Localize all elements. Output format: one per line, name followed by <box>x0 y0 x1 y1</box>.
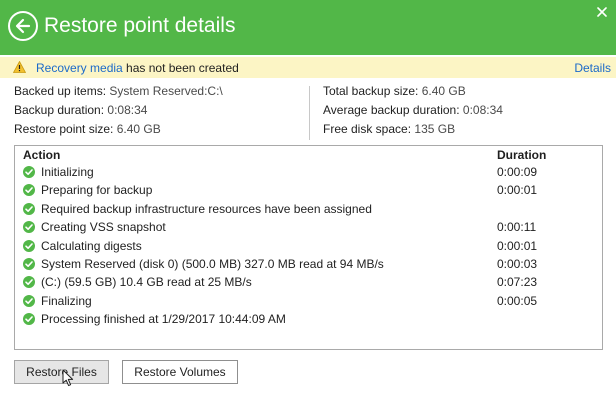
column-header-action: Action <box>23 148 61 162</box>
info-restore-point-size: Restore point size: 6.40 GB <box>14 122 223 141</box>
action-row: Processing finished at 1/29/2017 10:44:0… <box>15 311 602 329</box>
details-link[interactable]: Details <box>574 61 611 75</box>
close-icon[interactable] <box>593 3 611 21</box>
backup-info-left: Backed up items: System Reserved:C:\ Bac… <box>14 84 223 141</box>
action-row: Calculating digests 0:00:01 <box>15 238 602 256</box>
info-average-backup-duration: Average backup duration: 0:08:34 <box>323 103 503 122</box>
action-row: Finalizing 0:00:05 <box>15 293 602 311</box>
info-value: 6.40 GB <box>421 84 466 98</box>
action-duration: 0:00:11 <box>497 220 537 235</box>
info-value: 0:08:34 <box>462 103 503 117</box>
warning-message: Recovery media has not been created <box>36 61 239 75</box>
action-duration: 0:00:05 <box>497 293 538 308</box>
action-log[interactable]: Action Duration Initializing 0:00:09 Prepa… <box>14 145 603 350</box>
warning-text: has not been created <box>122 61 239 75</box>
info-value: System Reserved:C:\ <box>109 84 223 98</box>
column-header-duration: Duration <box>497 148 547 162</box>
info-backed-up-items: Backed up items: System Reserved:C:\ <box>14 84 223 103</box>
check-circle-icon <box>23 258 35 270</box>
info-free-disk-space: Free disk space: 135 GB <box>323 122 503 141</box>
check-circle-icon <box>23 294 35 307</box>
action-text: System Reserved (disk 0) (500.0 MB) 327.… <box>41 257 384 271</box>
action-row: Preparing for backup 0:00:01 <box>15 182 602 200</box>
warning-banner: Recovery media has not been created Deta… <box>0 57 616 78</box>
action-text: Required backup infrastructure resources… <box>41 201 372 216</box>
back-arrow-icon[interactable] <box>8 11 38 41</box>
check-circle-icon <box>23 166 35 178</box>
info-label: Backed up items: <box>14 84 107 98</box>
check-circle-icon <box>23 239 35 252</box>
action-row: Required backup infrastructure resources… <box>15 201 602 219</box>
page-title: Restore point details <box>44 14 236 37</box>
check-circle-icon <box>23 276 35 289</box>
recovery-media-link[interactable]: Recovery media <box>36 61 123 75</box>
action-text: Initializing <box>41 165 94 179</box>
check-circle-icon <box>23 221 35 234</box>
backup-info-right: Total backup size: 6.40 GB Average backu… <box>323 84 503 141</box>
info-divider <box>309 86 310 140</box>
action-text: Creating VSS snapshot <box>41 220 166 235</box>
action-duration: 0:00:01 <box>497 183 538 198</box>
info-label: Average backup duration: <box>323 103 460 117</box>
action-duration: 0:07:23 <box>497 275 538 290</box>
check-circle-icon <box>23 184 35 197</box>
info-value: 6.40 GB <box>116 122 161 136</box>
action-row: System Reserved (disk 0) (500.0 MB) 327.… <box>15 256 602 274</box>
info-label: Free disk space: <box>323 122 412 136</box>
info-backup-duration: Backup duration: 0:08:34 <box>14 103 223 122</box>
info-label: Backup duration: <box>14 103 105 117</box>
action-row: Creating VSS snapshot 0:00:11 <box>15 219 602 237</box>
info-label: Restore point size: <box>14 122 114 136</box>
action-duration: 0:00:01 <box>497 238 538 253</box>
action-text: (C:) (59.5 GB) 10.4 GB read at 25 MB/s <box>41 275 252 290</box>
check-circle-icon <box>23 313 35 326</box>
action-row: Initializing 0:00:09 <box>15 164 602 182</box>
action-duration: 0:00:03 <box>497 257 538 271</box>
info-value: 135 GB <box>414 122 456 136</box>
action-text: Finalizing <box>41 293 92 308</box>
info-value: 0:08:34 <box>107 103 148 117</box>
mouse-pointer-icon <box>62 369 74 390</box>
check-circle-icon <box>23 202 35 215</box>
info-label: Total backup size: <box>323 84 419 98</box>
restore-volumes-button[interactable]: Restore Volumes <box>122 360 238 384</box>
action-text: Processing finished at 1/29/2017 10:44:0… <box>41 312 286 327</box>
action-text: Calculating digests <box>41 238 142 253</box>
action-text: Preparing for backup <box>41 183 153 198</box>
title-bar: Restore point details <box>0 0 616 55</box>
info-total-backup-size: Total backup size: 6.40 GB <box>323 84 503 103</box>
action-row: (C:) (59.5 GB) 10.4 GB read at 25 MB/s 0:… <box>15 274 602 292</box>
action-duration: 0:00:09 <box>497 165 538 179</box>
warning-icon <box>12 60 27 76</box>
